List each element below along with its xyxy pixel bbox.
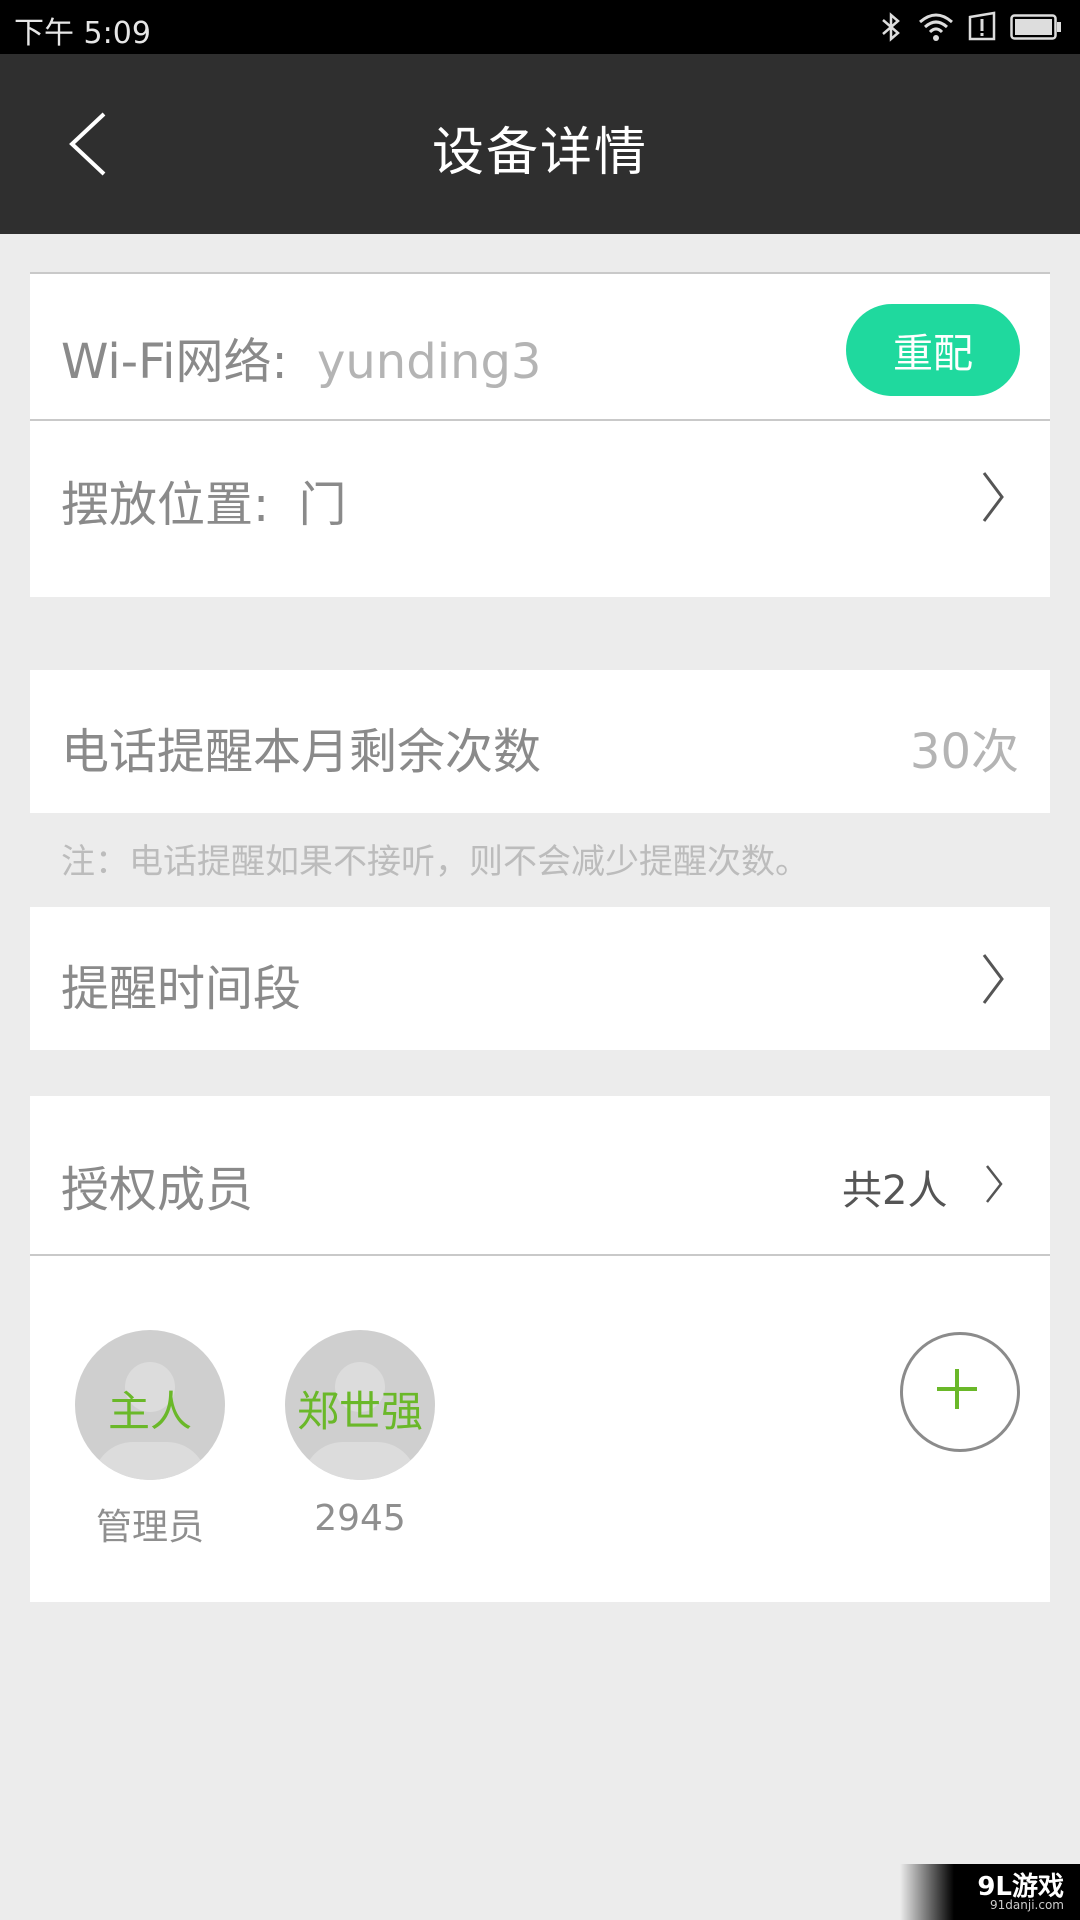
page-title: 设备详情: [431, 123, 648, 183]
plus-icon: [937, 1369, 977, 1409]
phone-reminder-label: 电话提醒本月剩余次数: [61, 724, 542, 780]
watermark-logo: 9L游戏 91danji.com: [900, 1864, 1080, 1920]
status-bar: 下午 5:09: [0, 0, 1080, 54]
battery-icon: [1010, 14, 1061, 40]
app-bar: 设备详情: [0, 54, 1080, 234]
add-member-button[interactable]: [900, 1332, 1020, 1452]
alert-icon: [968, 11, 996, 41]
avatar-body: [303, 1442, 417, 1480]
wifi-label-group: Wi-Fi网络: yunding3: [61, 322, 541, 392]
chevron-right-icon: [986, 1165, 1003, 1203]
avatar: 郑世强: [285, 1330, 435, 1480]
reminder-period-row[interactable]: 提醒时间段: [30, 907, 1050, 1050]
status-time: 下午 5:09: [14, 16, 151, 51]
member-name: 郑世强: [296, 1387, 423, 1436]
members-total: 共2人: [842, 1168, 948, 1214]
location-row[interactable]: 摆放位置: 门: [30, 421, 1050, 597]
member-name: 主人: [107, 1387, 192, 1436]
member-id: 2945: [314, 1498, 406, 1539]
divider: [30, 1254, 1050, 1256]
members-card: 授权成员 共2人 主人 管理员 郑世强 2945: [30, 1096, 1050, 1602]
wifi-label: Wi-Fi网络:: [61, 334, 288, 390]
reconfig-button[interactable]: 重配: [846, 304, 1020, 396]
reminder-period-label: 提醒时间段: [61, 961, 302, 1017]
chevron-right-icon: [982, 472, 1004, 522]
chevron-right-icon: [982, 954, 1004, 1004]
member-role: 管理员: [95, 1507, 204, 1548]
wifi-icon: [919, 13, 953, 41]
avatar: 主人: [75, 1330, 225, 1480]
phone-reminder-note: 注：电话提醒如果不接听，则不会减少提醒次数。: [61, 842, 809, 882]
wifi-location-card: Wi-Fi网络: yunding3 重配 摆放位置: 门: [30, 272, 1050, 597]
location-label: 摆放位置:: [61, 477, 270, 533]
phone-reminder-count: 30次: [909, 724, 1019, 780]
wifi-row: Wi-Fi网络: yunding3 重配: [30, 274, 1050, 419]
location-label-group: 摆放位置: 门: [61, 465, 346, 535]
members-header-row[interactable]: 授权成员 共2人: [30, 1096, 1050, 1254]
watermark-url: 91danji.com: [990, 1898, 1064, 1912]
wifi-value: yunding3: [316, 334, 542, 390]
bluetooth-icon: [882, 12, 900, 42]
status-icons: [878, 10, 1062, 44]
location-value: 门: [298, 477, 347, 533]
phone-reminder-card: 电话提醒本月剩余次数 30次: [30, 670, 1050, 813]
avatar-body: [93, 1442, 207, 1480]
members-label: 授权成员: [61, 1162, 254, 1218]
